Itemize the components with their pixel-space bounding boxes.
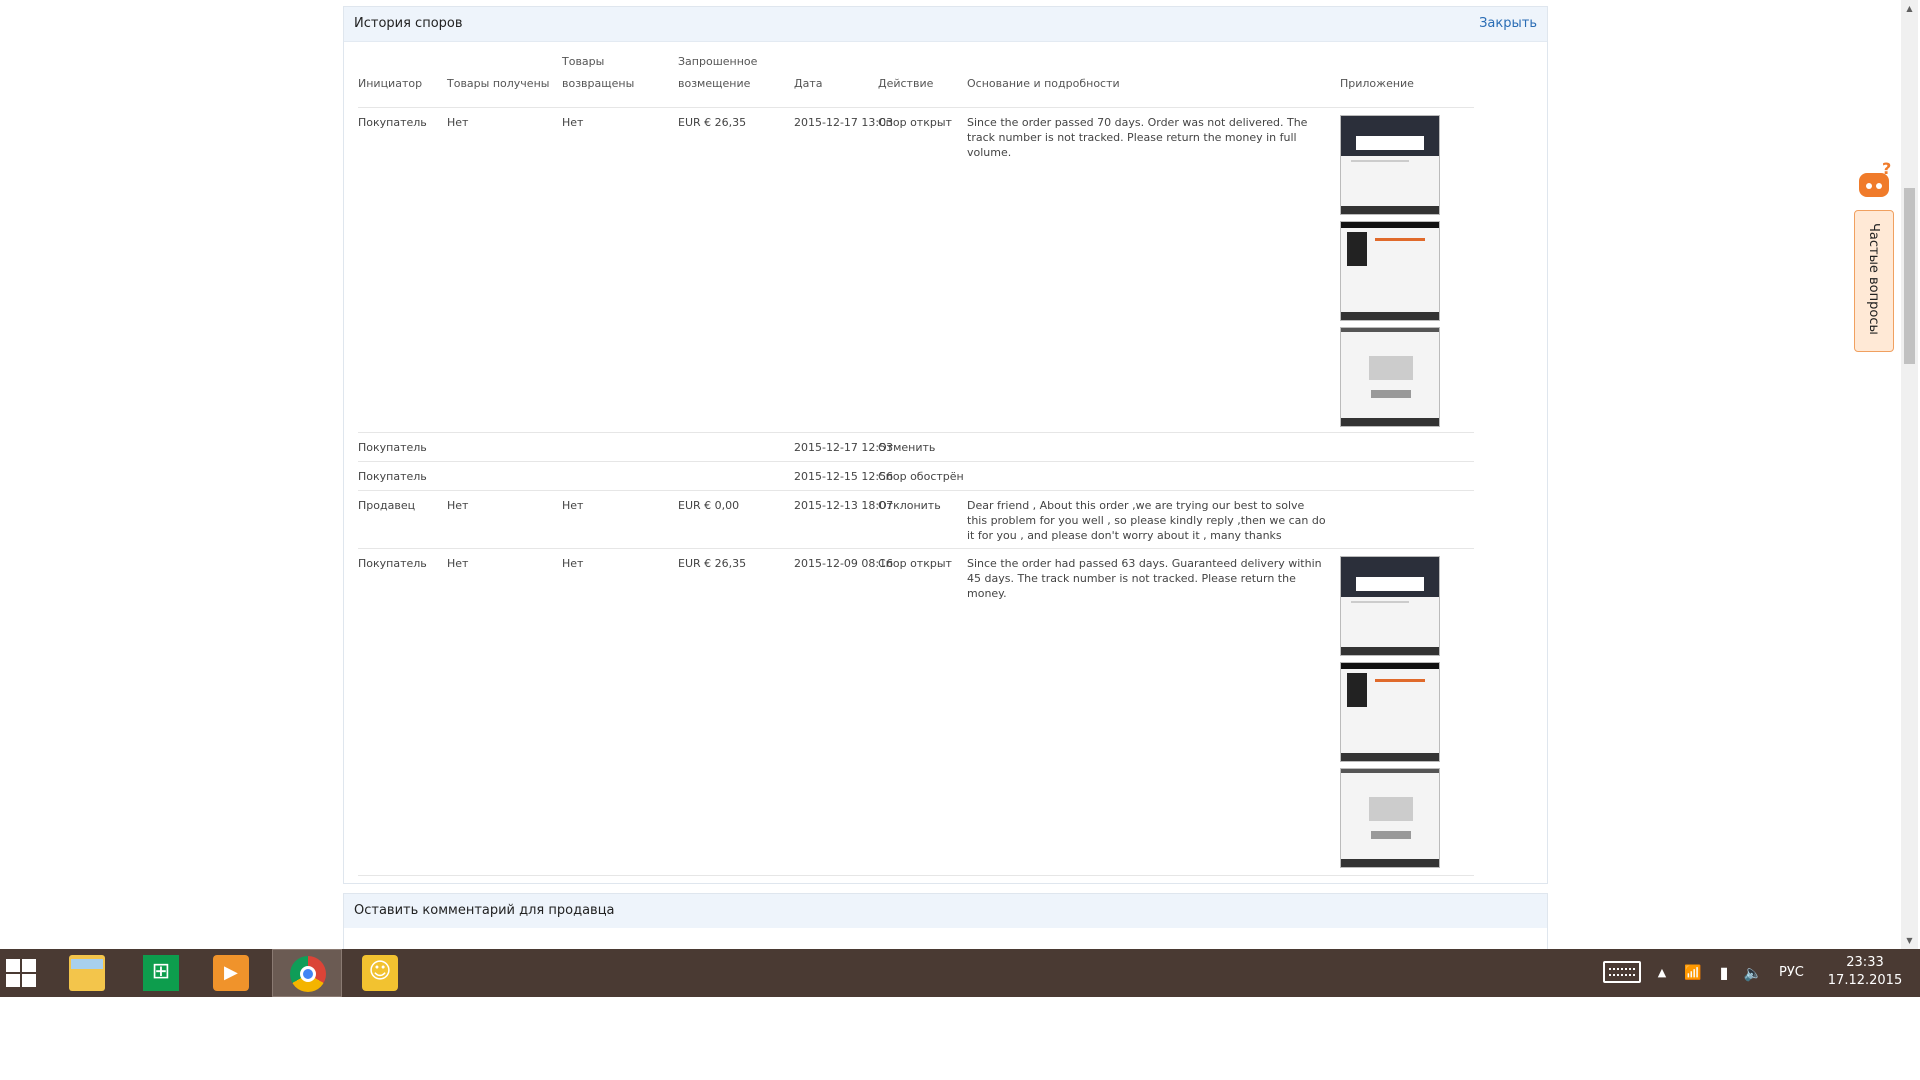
- dispute-history-panel: История споров Закрыть Инициатор Товары …: [343, 6, 1548, 884]
- faq-label: Частые вопросы: [1866, 223, 1881, 335]
- cell-initiator: Продавец: [358, 499, 416, 512]
- table-row: Покупатель 2015-12-17 12:53 Отменить: [358, 433, 1474, 462]
- col-initiator: Инициатор: [358, 77, 423, 90]
- browser-viewport: История споров Закрыть Инициатор Товары …: [0, 0, 1920, 949]
- col-action: Действие: [878, 77, 934, 90]
- cell-initiator: Покупатель: [358, 470, 427, 483]
- chrome-icon: [290, 956, 326, 992]
- cell-returned: Нет: [562, 116, 584, 129]
- cell-returned: Нет: [562, 557, 584, 570]
- table-row: Покупатель Нет Нет EUR € 26,35 2015-12-0…: [358, 549, 1474, 876]
- table-header: Инициатор Товары получены Товары возвращ…: [358, 55, 1474, 108]
- attachment-list: [1340, 556, 1440, 874]
- comment-panel-title: Оставить комментарий для продавца: [354, 903, 615, 918]
- folder-icon: [69, 955, 105, 991]
- windows-logo-icon: [6, 959, 36, 987]
- col-received: Товары получены: [447, 77, 550, 90]
- taskbar: ▲ 📶 ▮ 🔈 РУС 23:33 17.12.2015: [0, 949, 1920, 997]
- cell-initiator: Покупатель: [358, 441, 427, 454]
- attachment-thumbnail[interactable]: [1340, 115, 1440, 215]
- close-link[interactable]: Закрыть: [1479, 16, 1537, 31]
- table-row: Покупатель 2015-12-15 12:56 Спор обострё…: [358, 462, 1474, 491]
- volume-icon[interactable]: 🔈: [1740, 949, 1766, 997]
- attachment-thumbnail[interactable]: [1340, 221, 1440, 321]
- taskbar-video[interactable]: [196, 949, 266, 997]
- cell-initiator: Покупатель: [358, 116, 427, 129]
- battery-icon[interactable]: ▮: [1712, 949, 1736, 997]
- table-row: Продавец Нет Нет EUR € 0,00 2015-12-13 1…: [358, 491, 1474, 549]
- attachment-thumbnail[interactable]: [1340, 662, 1440, 762]
- dispute-history-header: История споров Закрыть: [344, 7, 1547, 42]
- taskbar-messenger[interactable]: [345, 949, 415, 997]
- attachment-thumbnail[interactable]: [1340, 556, 1440, 656]
- cell-details: Since the order had passed 63 days. Guar…: [967, 557, 1322, 600]
- col-amount-line2: возмещение: [678, 77, 751, 90]
- messenger-icon: [362, 955, 398, 991]
- taskbar-store[interactable]: [126, 949, 196, 997]
- clock-time: 23:33: [1846, 955, 1884, 970]
- dispute-history-title: История споров: [354, 16, 463, 31]
- blank-area: [0, 997, 1920, 1080]
- cell-action: Спор открыт: [878, 116, 952, 129]
- cell-action: Отклонить: [878, 499, 941, 512]
- robot-icon: ?: [1854, 159, 1894, 210]
- input-language[interactable]: РУС: [1779, 949, 1813, 997]
- col-amount-line1: Запрошенное: [678, 55, 758, 68]
- start-button[interactable]: [0, 949, 44, 997]
- cell-action: Спор обострён: [878, 470, 964, 483]
- taskbar-chrome[interactable]: [272, 949, 342, 997]
- scroll-up-arrow-icon[interactable]: ▲: [1901, 0, 1918, 17]
- col-attachment: Приложение: [1340, 77, 1414, 90]
- comment-panel: Оставить комментарий для продавца: [343, 893, 1548, 949]
- cell-action: Отменить: [878, 441, 936, 454]
- cell-amount: EUR € 26,35: [678, 557, 747, 570]
- attachment-thumbnail[interactable]: [1340, 327, 1440, 427]
- faq-tab[interactable]: Частые вопросы: [1854, 210, 1894, 352]
- cell-received: Нет: [447, 557, 469, 570]
- dispute-table: Инициатор Товары получены Товары возвращ…: [358, 55, 1474, 876]
- scroll-down-arrow-icon[interactable]: ▼: [1901, 932, 1918, 949]
- cell-amount: EUR € 0,00: [678, 499, 740, 512]
- table-row: Покупатель Нет Нет EUR € 26,35 2015-12-1…: [358, 108, 1474, 433]
- cell-details: Since the order passed 70 days. Order wa…: [967, 116, 1308, 159]
- store-icon: [143, 955, 179, 991]
- clock-date: 17.12.2015: [1827, 973, 1903, 988]
- network-signal-icon[interactable]: 📶: [1680, 949, 1706, 997]
- cell-details: Dear friend , About this order ,we are t…: [967, 499, 1326, 542]
- col-details: Основание и подробности: [967, 77, 1120, 90]
- col-returned-line2: возвращены: [562, 77, 635, 90]
- question-mark-icon: ?: [1882, 159, 1892, 178]
- video-player-icon: [213, 955, 249, 991]
- col-returned-line1: Товары: [562, 55, 605, 68]
- attachment-list: [1340, 115, 1440, 433]
- clock[interactable]: 23:33 17.12.2015: [1820, 954, 1910, 1002]
- cell-action: Спор открыт: [878, 557, 952, 570]
- cell-received: Нет: [447, 499, 469, 512]
- scroll-thumb[interactable]: [1904, 188, 1915, 364]
- cell-amount: EUR € 26,35: [678, 116, 747, 129]
- taskbar-file-explorer[interactable]: [52, 949, 122, 997]
- comment-panel-header: Оставить комментарий для продавца: [344, 894, 1547, 928]
- touch-keyboard-icon[interactable]: [1603, 961, 1641, 983]
- cell-returned: Нет: [562, 499, 584, 512]
- col-date: Дата: [794, 77, 823, 90]
- vertical-scrollbar[interactable]: ▲ ▼: [1901, 0, 1918, 949]
- faq-widget[interactable]: ? Частые вопросы: [1854, 159, 1894, 352]
- show-hidden-icons-arrow-icon[interactable]: ▲: [1650, 949, 1674, 997]
- cell-received: Нет: [447, 116, 469, 129]
- cell-initiator: Покупатель: [358, 557, 427, 570]
- attachment-thumbnail[interactable]: [1340, 768, 1440, 868]
